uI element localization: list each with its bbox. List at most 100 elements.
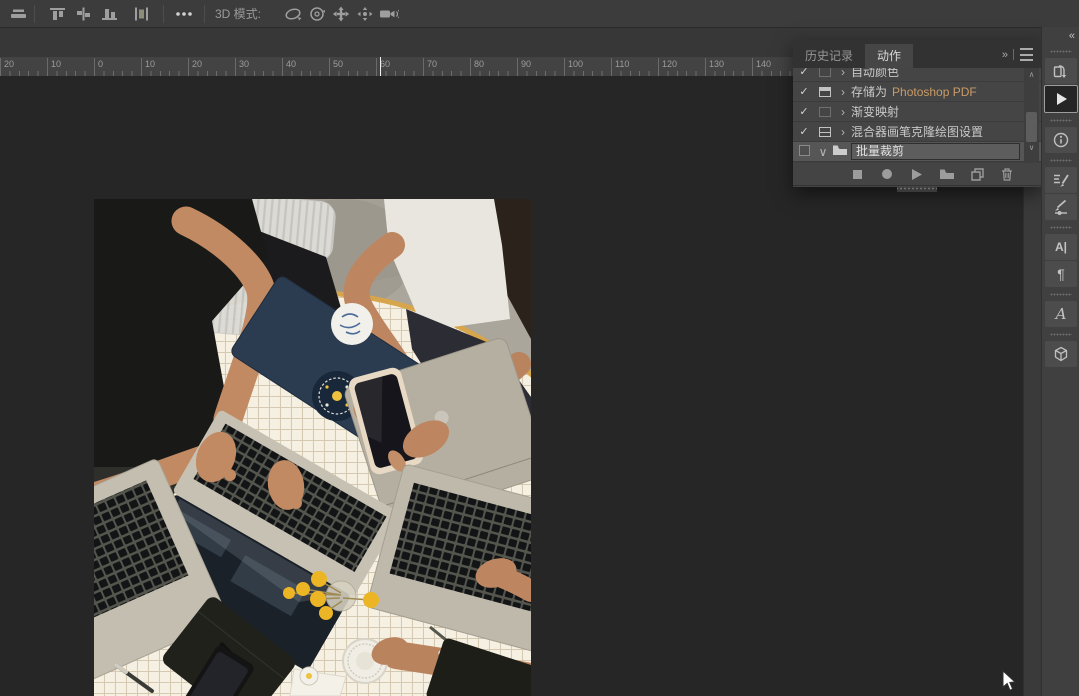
ruler-label: 100 xyxy=(564,58,583,75)
dock-grip[interactable] xyxy=(1042,328,1079,340)
expand-icon[interactable]: › xyxy=(835,85,851,99)
dialog-toggle-icon xyxy=(819,68,831,77)
action-set-name-field[interactable]: 批量裁剪 xyxy=(851,143,1020,160)
actions-panel: 历史记录 动作 » ✓ › 自动颜色 ✓ › 存储为 Photoshop PDF xyxy=(793,40,1041,187)
mouse-cursor xyxy=(1002,670,1017,696)
check-icon[interactable]: ✓ xyxy=(793,68,815,78)
stop-button[interactable] xyxy=(849,167,865,181)
dialog-toggle-icon xyxy=(819,127,831,137)
divider xyxy=(1013,49,1014,60)
record-button[interactable] xyxy=(879,167,895,181)
tab-history[interactable]: 历史记录 xyxy=(793,44,865,68)
photoshop-window: 3D 模式: 20 10 0 10 20 30 40 50 60 70 80 9… xyxy=(0,0,1079,696)
dock-grip[interactable] xyxy=(1042,45,1079,57)
ruler-label: 40 xyxy=(282,58,296,75)
tab-actions[interactable]: 动作 xyxy=(865,44,913,68)
options-bar: 3D 模式: xyxy=(0,0,1079,28)
ruler-label: 20 xyxy=(188,58,202,75)
ruler-label: 120 xyxy=(658,58,677,75)
action-name: 混合器画笔克隆绘图设置 xyxy=(851,123,983,140)
divider xyxy=(163,5,164,23)
expand-icon[interactable]: › xyxy=(835,125,851,139)
ruler-label: 50 xyxy=(329,58,343,75)
divider xyxy=(204,5,205,23)
scroll-up-icon[interactable]: ∧ xyxy=(1024,70,1039,79)
brush-settings-panel-icon[interactable] xyxy=(1045,167,1077,193)
panel-collapse-icon[interactable]: » xyxy=(1002,49,1007,61)
3d-orbit-icon[interactable] xyxy=(283,5,303,23)
panel-menu-icon[interactable] xyxy=(1020,48,1033,61)
ruler-label: 80 xyxy=(470,58,484,75)
ruler-label: 60 xyxy=(376,58,390,75)
check-icon[interactable]: ✓ xyxy=(793,105,815,118)
align-vertical-centers-icon[interactable] xyxy=(73,5,93,23)
dock-grip[interactable] xyxy=(1042,114,1079,126)
3d-camera-audio-icon[interactable] xyxy=(379,5,399,23)
ruler-label: 70 xyxy=(423,58,437,75)
divider xyxy=(34,5,35,23)
action-row[interactable]: ✓ › 自动颜色 xyxy=(793,68,1041,82)
action-name: 自动颜色 xyxy=(851,68,899,80)
expand-icon[interactable]: › xyxy=(835,68,851,79)
check-icon[interactable]: ✓ xyxy=(793,125,815,138)
actions-panel-icon[interactable] xyxy=(1044,85,1078,113)
3d-roll-icon[interactable] xyxy=(307,5,327,23)
panel-button-bar xyxy=(793,163,1041,185)
ruler-label: 90 xyxy=(517,58,531,75)
more-options-icon[interactable] xyxy=(174,5,194,23)
expand-icon[interactable]: › xyxy=(835,105,851,119)
dock-grip[interactable] xyxy=(1042,288,1079,300)
action-row[interactable]: ✓ › 存储为 Photoshop PDF xyxy=(793,82,1041,102)
3d-panel-icon[interactable] xyxy=(1045,341,1077,367)
actions-list: ✓ › 自动颜色 ✓ › 存储为 Photoshop PDF ✓ › 渐变映射 … xyxy=(793,68,1041,163)
action-row[interactable]: ✓ › 混合器画笔克隆绘图设置 xyxy=(793,122,1041,142)
glyphs-panel-icon[interactable]: A xyxy=(1045,301,1077,327)
delete-trash-button[interactable] xyxy=(999,167,1015,181)
align-bottom-edges-icon[interactable] xyxy=(99,5,119,23)
dialog-toggle-icon xyxy=(819,107,831,117)
new-set-folder-button[interactable] xyxy=(939,167,955,181)
ruler-label: 30 xyxy=(235,58,249,75)
action-name: 渐变映射 xyxy=(851,103,899,120)
brushes-panel-icon[interactable] xyxy=(1045,194,1077,220)
checkbox-empty xyxy=(799,145,810,156)
info-panel-icon[interactable] xyxy=(1045,127,1077,153)
panel-dock: « A| ¶ A xyxy=(1041,27,1079,696)
dock-grip[interactable] xyxy=(1042,154,1079,166)
action-row[interactable]: ✓ › 渐变映射 xyxy=(793,102,1041,122)
dock-collapse-icon[interactable]: « xyxy=(1042,27,1079,45)
folder-icon xyxy=(832,144,848,159)
document-canvas-image[interactable] xyxy=(94,199,531,696)
action-set-row-selected[interactable]: ∨ 批量裁剪 xyxy=(793,142,1041,162)
dialog-toggle-icon xyxy=(819,87,831,97)
ruler-label: 10 xyxy=(47,58,61,75)
3d-pan-icon[interactable] xyxy=(331,5,351,23)
scrollbar-thumb[interactable] xyxy=(1026,112,1037,142)
new-action-button[interactable] xyxy=(969,167,985,181)
ruler-label: 130 xyxy=(705,58,724,75)
3d-slide-icon[interactable] xyxy=(355,5,375,23)
scroll-down-icon[interactable]: ∨ xyxy=(1024,143,1039,152)
paragraph-panel-icon[interactable]: ¶ xyxy=(1045,261,1077,287)
panel-scrollbar[interactable]: ∧ ∨ xyxy=(1024,68,1039,163)
action-value: Photoshop PDF xyxy=(892,85,977,99)
play-button[interactable] xyxy=(909,167,925,181)
panel-tab-bar: 历史记录 动作 » xyxy=(793,40,1041,68)
action-name: 存储为 xyxy=(851,83,887,100)
check-icon[interactable]: ✓ xyxy=(793,85,815,98)
panel-resize-grip[interactable] xyxy=(793,185,1041,193)
3d-mode-label: 3D 模式: xyxy=(215,5,261,22)
ruler-label: 0 xyxy=(94,58,103,75)
align-horizontal-centers-icon[interactable] xyxy=(8,5,28,23)
collapse-icon[interactable]: ∨ xyxy=(815,145,831,159)
ruler-label: 140 xyxy=(752,58,771,75)
ruler-label: 110 xyxy=(611,58,629,75)
dock-grip[interactable] xyxy=(1042,221,1079,233)
align-top-edges-icon[interactable] xyxy=(47,5,67,23)
ruler-cursor-marker xyxy=(380,57,381,76)
history-panel-icon[interactable] xyxy=(1045,58,1077,84)
distribute-horizontal-centers-icon[interactable] xyxy=(131,5,151,23)
character-panel-icon[interactable]: A| xyxy=(1045,234,1077,260)
ruler-label: 20 xyxy=(0,58,14,75)
ruler-label: 10 xyxy=(141,58,155,75)
